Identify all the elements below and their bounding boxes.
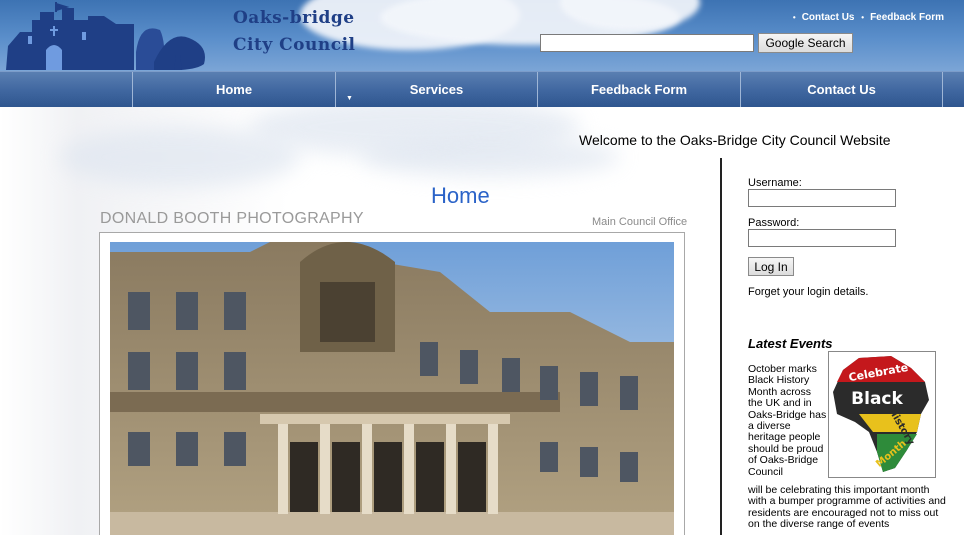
bullet-icon: • [861, 13, 865, 22]
site-name-line2: City Council [233, 35, 356, 55]
site-header: Oaks-bridge City Council • Contact Us • Fe… [0, 0, 964, 71]
nav-item-contact-us[interactable]: Contact Us [740, 72, 943, 107]
photo-frame [99, 232, 685, 535]
login-button[interactable]: Log In [748, 257, 794, 276]
welcome-message: Welcome to the Oaks-Bridge City Council … [579, 132, 891, 148]
photo-caption: Main Council Office [592, 216, 688, 228]
nav-item-home[interactable]: Home [132, 72, 335, 107]
nav-item-label: Contact Us [807, 82, 876, 97]
main-nav: Home ▼ Services Feedback Form Contact Us [0, 71, 964, 107]
site-name-line1: Oaks-bridge [233, 8, 355, 28]
nav-item-label: Home [215, 82, 253, 97]
google-search-button[interactable]: Google Search [758, 33, 853, 53]
event-description: October marks Black History Month across… [748, 363, 827, 478]
council-building-photo [110, 242, 674, 535]
forgot-login-link[interactable]: Forget your login details. [748, 286, 868, 298]
nav-item-services[interactable]: ▼ Services [335, 72, 537, 107]
background-cloud [60, 127, 300, 187]
password-label: Password: [748, 217, 800, 229]
top-links: • Contact Us • Feedback Form [789, 12, 944, 23]
sidebar-divider [720, 158, 722, 535]
top-link-feedback-form[interactable]: Feedback Form [870, 12, 944, 23]
photo-credit: DONALD BOOTH PHOTOGRAPHY [100, 210, 364, 227]
username-label: Username: [748, 177, 802, 189]
africa-map-graphic: Celebrate Black History Month [833, 356, 929, 472]
black-history-month-image[interactable]: Celebrate Black History Month [828, 351, 936, 478]
event-description-continued: will be celebrating this important month… [748, 484, 946, 531]
nav-item-label: Feedback Form [590, 82, 688, 97]
council-logo[interactable] [4, 2, 214, 70]
username-input[interactable] [748, 189, 896, 207]
nav-item-label: Services [409, 82, 464, 97]
search-input[interactable] [540, 34, 754, 52]
latest-events-heading: Latest Events [748, 336, 833, 351]
bullet-icon: • [792, 13, 796, 22]
site-name[interactable]: Oaks-bridge City Council [233, 5, 356, 59]
password-input[interactable] [748, 229, 896, 247]
page-title: Home [431, 183, 490, 208]
top-link-contact-us[interactable]: Contact Us [802, 12, 855, 23]
nav-item-feedback-form[interactable]: Feedback Form [537, 72, 740, 107]
